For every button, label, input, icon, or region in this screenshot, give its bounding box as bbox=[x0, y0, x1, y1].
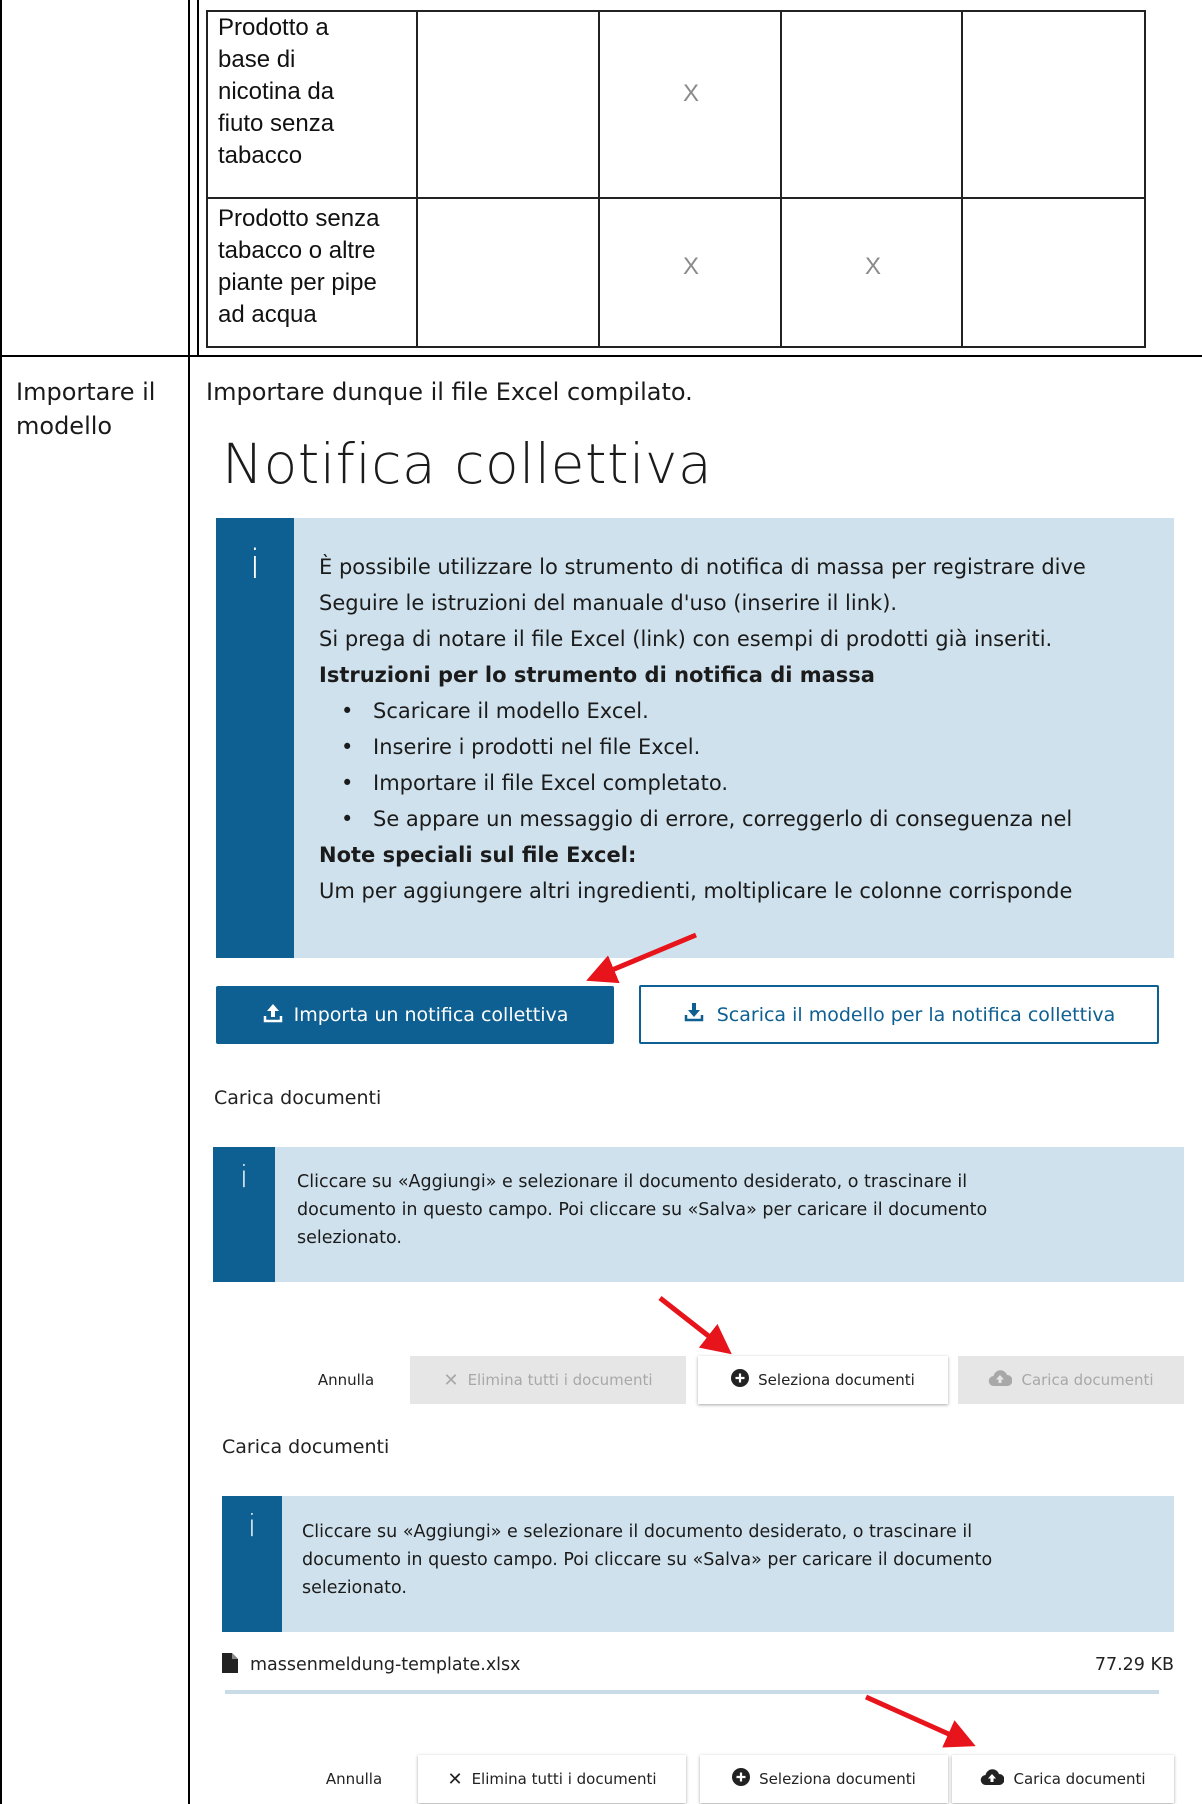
annotation-arrow bbox=[864, 1694, 976, 1748]
annotation-arrow bbox=[658, 1296, 732, 1355]
annotation-arrow bbox=[586, 932, 697, 984]
annotation-arrows bbox=[586, 932, 976, 1748]
